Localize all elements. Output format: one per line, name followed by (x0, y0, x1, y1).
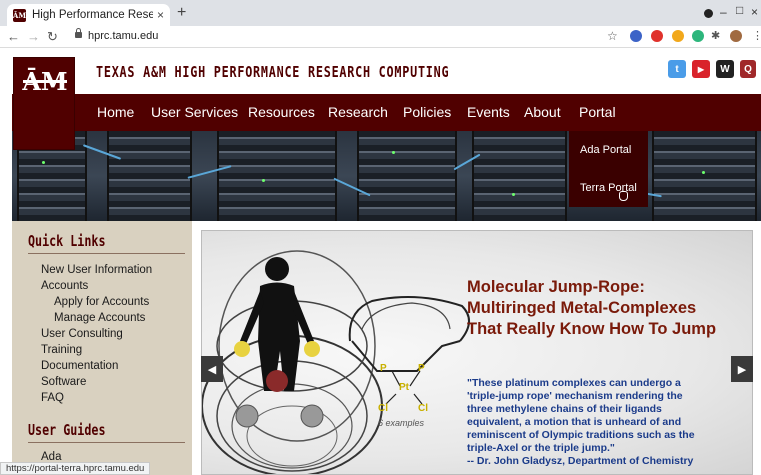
extension-icon[interactable] (672, 30, 684, 42)
minimize-icon[interactable]: – (720, 5, 727, 19)
divider (28, 253, 185, 254)
slide-title-line: Molecular Jump-Rope: (467, 278, 645, 296)
wiki-icon[interactable]: W (716, 60, 734, 78)
divider (28, 442, 185, 443)
slide-quote-line: "These platinum complexes can undergo a (467, 377, 681, 389)
slider-next-button[interactable]: ▶ (731, 356, 753, 382)
portal-dropdown-menu: Ada Portal Terra Portal (569, 131, 648, 207)
hero-banner-image (12, 131, 761, 221)
slide-quote-line: reminiscent of Olympic traditions such a… (467, 429, 695, 441)
url-field[interactable]: hprc.tamu.edu (88, 30, 158, 42)
quick-links-heading: Quick Links (28, 232, 106, 250)
reload-icon[interactable]: ↻ (47, 29, 58, 45)
tamu-favicon-icon: ĀM (12, 8, 27, 22)
mouse-cursor-icon (619, 191, 628, 201)
browser-tab-strip: ĀM High Performance Resear × + – □ × (0, 0, 761, 26)
nav-policies[interactable]: Policies (403, 104, 451, 120)
profile-indicator-icon[interactable] (704, 9, 713, 18)
sidebar-item-manage-accounts[interactable]: Manage Accounts (54, 312, 145, 324)
youtube-icon[interactable]: ▶ (692, 60, 710, 78)
server-rack (652, 131, 757, 221)
search-icon[interactable]: Q (740, 60, 756, 78)
nav-portal[interactable]: Portal (579, 104, 616, 120)
nav-about[interactable]: About (524, 104, 561, 120)
menu-item-ada-portal[interactable]: Ada Portal (580, 144, 631, 156)
site-title[interactable]: TEXAS A&M HIGH PERFORMANCE RESEARCH COMP… (96, 63, 449, 81)
tab-title: High Performance Resear (32, 9, 153, 21)
menu-item-terra-portal[interactable]: Terra Portal (580, 182, 637, 194)
extension-icon[interactable] (630, 30, 642, 42)
bookmark-star-icon[interactable]: ☆ (607, 29, 618, 43)
sidebar-item-documentation[interactable]: Documentation (41, 360, 118, 372)
twitter-icon[interactable]: t (668, 60, 686, 78)
logo-text: ĀM (22, 67, 68, 96)
server-rack (357, 131, 457, 221)
forward-icon[interactable]: → (27, 29, 40, 44)
maximize-icon[interactable]: □ (736, 3, 743, 17)
molecule-caption: 6 examples (378, 418, 425, 428)
slide-quote-attribution: -- Dr. John Gladysz, Department of Chemi… (467, 455, 694, 467)
slide-quote-line: triple-Axel or the triple jump." (467, 442, 615, 454)
browser-tab[interactable]: ĀM High Performance Resear × (7, 4, 170, 26)
nav-home[interactable]: Home (97, 104, 134, 120)
slider-prev-button[interactable]: ◀ (201, 356, 223, 382)
slide-title-line: Multiringed Metal-Complexes (467, 299, 697, 317)
sidebar-item-training[interactable]: Training (41, 344, 82, 356)
phosphorus-atom-label: P (418, 363, 425, 374)
sidebar-item-accounts[interactable]: Accounts (41, 280, 88, 292)
phosphorus-atom-label: P (380, 363, 387, 374)
sidebar-item-apply-for-accounts[interactable]: Apply for Accounts (54, 296, 149, 308)
grammarly-icon[interactable] (692, 30, 704, 42)
sidebar-item-user-consulting[interactable]: User Consulting (41, 328, 123, 340)
server-rack (107, 131, 192, 221)
close-window-icon[interactable]: × (751, 5, 758, 19)
server-led (392, 151, 395, 154)
chlorine-atom-label: Cl (378, 403, 388, 414)
address-bar-row: ← → ↻ hprc.tamu.edu ☆ ✱ ⋮ (0, 26, 761, 48)
sidebar-item-software[interactable]: Software (41, 376, 86, 388)
tamu-logo[interactable]: ĀM (13, 57, 75, 150)
user-guides-heading: User Guides (28, 421, 106, 439)
back-icon[interactable]: ← (7, 29, 20, 44)
nav-events[interactable]: Events (467, 104, 510, 120)
chlorine-atom-label: Cl (418, 403, 428, 414)
slide-quote-line: three methylene chains of their ligands (467, 403, 662, 415)
slide-quote-line: 'triple-jump rope' mechanism rendering t… (467, 390, 683, 402)
tab-close-icon[interactable]: × (157, 8, 164, 22)
sidebar-item-faq[interactable]: FAQ (41, 392, 64, 404)
server-led (702, 171, 705, 174)
server-led (42, 161, 45, 164)
server-led (262, 179, 265, 182)
server-rack (472, 131, 567, 221)
lock-icon (75, 28, 82, 39)
adblock-icon[interactable] (651, 30, 663, 42)
platinum-atom-label: Pt (399, 382, 409, 393)
browser-menu-icon[interactable]: ⋮ (752, 29, 761, 42)
nav-resources[interactable]: Resources (248, 104, 315, 120)
server-rack (217, 131, 337, 221)
sidebar-item-new-user-information[interactable]: New User Information (41, 264, 152, 276)
extensions-puzzle-icon[interactable]: ✱ (711, 29, 720, 42)
new-tab-button[interactable]: + (177, 4, 186, 22)
nav-user-services[interactable]: User Services (151, 104, 238, 120)
status-bar-url: https://portal-terra.hprc.tamu.edu (0, 462, 151, 475)
nav-research[interactable]: Research (328, 104, 388, 120)
slide-title-line: That Really Know How To Jump (467, 320, 717, 338)
avatar[interactable] (730, 30, 742, 42)
slide-quote-line: equivalent, a motion that is unheard of … (467, 416, 682, 428)
server-led (512, 193, 515, 196)
